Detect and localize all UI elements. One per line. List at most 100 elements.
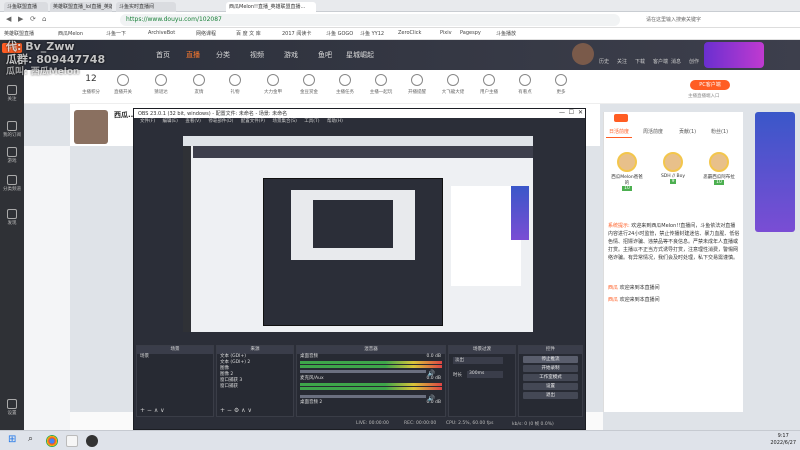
nav-star-city[interactable]: 星城崛起 [346, 50, 374, 60]
toolbar-item[interactable]: 直播开关 [108, 74, 138, 95]
header-create[interactable]: 创作 [689, 58, 699, 65]
header-download[interactable]: 下载 [635, 58, 645, 65]
bookmark-item[interactable]: Pagespy [460, 30, 481, 36]
douyu-logo[interactable]: 斗鱼 [2, 43, 22, 53]
bookmark-item[interactable]: 西瓜Melon [58, 30, 83, 37]
exit-button[interactable]: 退出 [523, 392, 578, 399]
toolbar-item[interactable]: 用户主播 [474, 74, 504, 95]
header-client[interactable]: 客户端 [653, 58, 668, 65]
chat-tab[interactable]: 贡献(1) [676, 126, 699, 138]
bookmark-item[interactable]: 斗鱼 YY12 [360, 30, 384, 37]
chrome-icon[interactable] [46, 435, 58, 447]
volume-slider[interactable] [300, 395, 426, 398]
streamer-avatar[interactable] [74, 110, 108, 144]
toolbar-item[interactable]: 大力金甲 [258, 74, 288, 95]
chat-tab[interactable]: 周活前度 [640, 126, 666, 138]
bookmark-item[interactable]: 百 度 文 库 [236, 30, 261, 37]
toolbar-item[interactable]: 有看点 [510, 74, 540, 95]
file-icon[interactable] [66, 435, 78, 447]
toolbar-item[interactable]: 大飞龍大佬 [438, 74, 468, 95]
side-ad-banner[interactable] [755, 112, 795, 232]
toolbar-item[interactable]: 更多 [546, 74, 576, 95]
toolbar-item[interactable]: 开播提醒 [402, 74, 432, 95]
forward-icon[interactable]: ▶ [18, 15, 23, 23]
nav-video[interactable]: 视频 [250, 50, 264, 60]
rail-game[interactable]: 游戏 [2, 144, 22, 168]
menu-profile[interactable]: 配置文件(P) [241, 119, 265, 124]
rail-settings[interactable]: 设置 [2, 396, 22, 420]
toolbar-item[interactable]: 友情 [184, 74, 214, 95]
pc-client-button[interactable]: PC客户端 [690, 80, 730, 90]
chat-tab[interactable]: 日活前度 [606, 126, 633, 138]
message-sender[interactable]: 西瓜 [608, 285, 618, 291]
rank-item[interactable]: 恶霸西瓜阿布拉 10 [702, 152, 736, 185]
speaker-icon[interactable]: 🔊 [428, 370, 435, 377]
toolbar-item[interactable]: 主播一起玩 [366, 74, 396, 95]
studio-mode-button[interactable]: 工作室模式 [523, 374, 578, 381]
scene-item[interactable]: 场景 [137, 354, 213, 360]
nav-game[interactable]: 游戏 [284, 50, 298, 60]
bookmark-item[interactable]: 网络课程 [196, 30, 216, 37]
nav-home[interactable]: 首页 [156, 50, 170, 60]
message-sender[interactable]: 西瓜 [608, 297, 618, 303]
rail-follow[interactable]: 关注 [2, 82, 22, 106]
rank-item[interactable]: SDH // Boy 9 [656, 152, 690, 184]
start-recording-button[interactable]: 开始录制 [523, 365, 578, 372]
bookmark-item[interactable]: 斗鱼 GOGO [326, 30, 353, 37]
rail-subscription[interactable]: 我的订阅 [2, 118, 22, 142]
volume-slider[interactable] [300, 370, 426, 373]
bookmark-item[interactable]: Pixiv [440, 30, 452, 36]
menu-help[interactable]: 帮助(H) [327, 119, 343, 124]
speaker-icon[interactable]: 🔊 [428, 395, 435, 402]
windows-start-icon[interactable]: ⊞ [8, 434, 16, 445]
obs-icon[interactable] [86, 435, 98, 447]
obs-preview[interactable] [183, 136, 533, 332]
scene-add-remove-icons[interactable]: + − ∧ ∨ [140, 407, 165, 414]
refresh-icon[interactable]: ⟳ [30, 15, 36, 23]
toolbar-item[interactable]: 金豆赏金 [294, 74, 324, 95]
source-item[interactable]: 窗口捕获 [217, 384, 293, 390]
back-icon[interactable]: ◀ [6, 15, 11, 23]
menu-scenes[interactable]: 场景集合(S) [272, 119, 296, 124]
nav-category[interactable]: 分类 [216, 50, 230, 60]
header-messages[interactable]: 消息 [671, 58, 681, 65]
browser-tab[interactable]: 英雄联盟直播_lol直播_英雄联... [50, 2, 112, 12]
source-add-remove-icons[interactable]: + − ⚙ ∧ ∨ [220, 407, 252, 414]
toolbar-item[interactable]: 12 主播积分 [76, 74, 106, 95]
rank-item[interactable]: 西瓜Melon爸爸的 10 [610, 152, 644, 191]
nav-fishbar[interactable]: 鱼吧 [318, 50, 332, 60]
settings-button[interactable]: 设置 [523, 383, 578, 390]
browser-tab[interactable]: 斗鱼联盟直播 [4, 2, 48, 12]
bookmark-item[interactable]: 英雄联盟直播 [4, 30, 34, 37]
chat-tab[interactable]: 粉丝(1) [708, 126, 731, 138]
minimize-icon[interactable]: — [559, 109, 565, 116]
bookmark-item[interactable]: ArchiveBot [148, 30, 175, 36]
maximize-icon[interactable]: ☐ [569, 109, 574, 116]
system-clock[interactable]: 9:17 2022/6/27 [770, 433, 796, 447]
header-follow[interactable]: 关注 [617, 58, 627, 65]
close-icon[interactable]: ✕ [578, 109, 583, 116]
search-icon[interactable]: ⌕ [28, 434, 33, 444]
message-sender[interactable]: 系统提示: [608, 223, 630, 229]
header-history[interactable]: 历史 [599, 58, 609, 65]
menu-tools[interactable]: 工具(T) [304, 119, 319, 124]
toolbar-item[interactable]: 主播任务 [330, 74, 360, 95]
menu-edit[interactable]: 编辑(E) [163, 119, 178, 124]
toolbar-item[interactable]: 猜谜达 [146, 74, 176, 95]
search-hint[interactable]: 请在这里输入搜索关键字 [646, 16, 701, 23]
bookmark-item[interactable]: ZeroClick [398, 30, 421, 36]
menu-docks[interactable]: 停靠部件(D) [208, 119, 233, 124]
header-avatar[interactable] [572, 43, 594, 65]
menu-view[interactable]: 查看(V) [185, 119, 201, 124]
bookmark-item[interactable]: 斗鱼播放 [496, 30, 516, 37]
rail-category[interactable]: 分类频道 [2, 172, 22, 196]
rail-discover[interactable]: 发现 [2, 206, 22, 230]
menu-file[interactable]: 文件(F) [140, 119, 155, 124]
nav-live[interactable]: 直播 [186, 50, 200, 60]
url-input[interactable]: https://www.douyu.com/102087 [120, 14, 620, 26]
bookmark-item[interactable]: 2017 阅读卡 [282, 30, 311, 37]
toolbar-item[interactable]: 礼物 [220, 74, 250, 95]
home-icon[interactable]: ⌂ [42, 15, 46, 23]
transition-select[interactable]: 淡出 [453, 357, 503, 364]
promo-banner[interactable] [704, 42, 764, 68]
